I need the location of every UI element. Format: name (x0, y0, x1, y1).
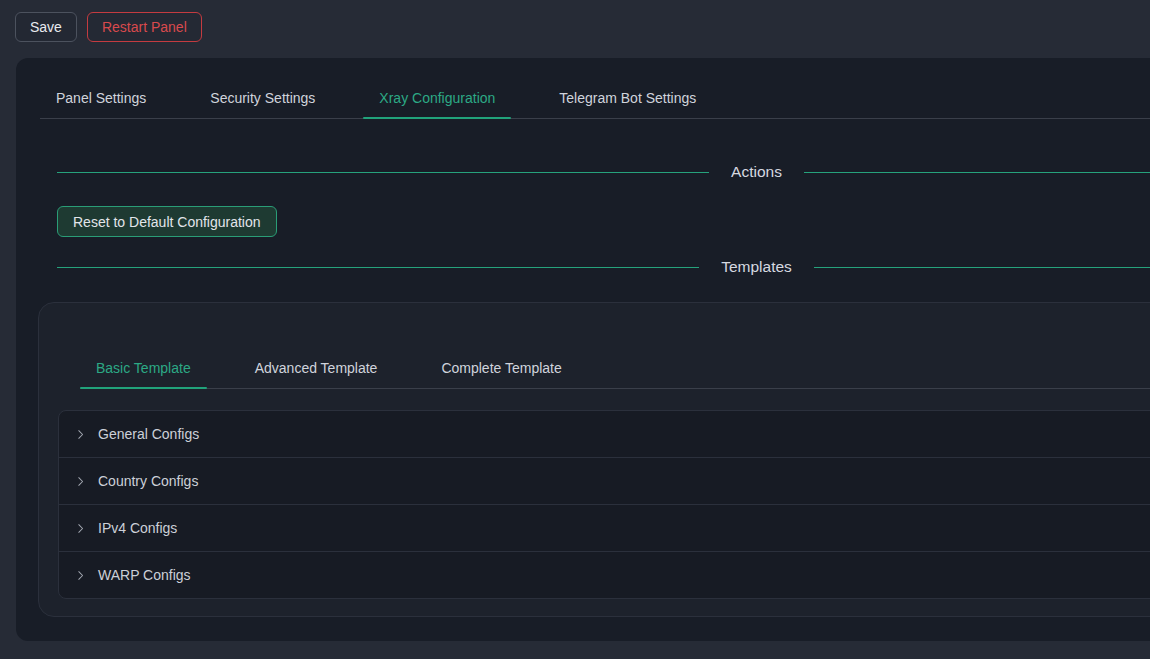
collapse-ipv4-configs[interactable]: IPv4 Configs (59, 505, 1150, 552)
collapse-label: Country Configs (98, 473, 198, 489)
templates-divider: Templates (57, 255, 1150, 279)
tab-panel-settings[interactable]: Panel Settings (40, 79, 162, 118)
topbar: Save Restart Panel (15, 12, 202, 42)
tab-security-settings[interactable]: Security Settings (194, 79, 331, 118)
tab-complete-template[interactable]: Complete Template (425, 349, 577, 388)
tab-advanced-template[interactable]: Advanced Template (239, 349, 394, 388)
save-button[interactable]: Save (15, 12, 77, 42)
chevron-right-icon (75, 523, 86, 534)
tab-xray-configuration[interactable]: Xray Configuration (363, 79, 511, 118)
restart-panel-button[interactable]: Restart Panel (87, 12, 202, 42)
actions-divider-label: Actions (709, 163, 804, 181)
collapse-country-configs[interactable]: Country Configs (59, 458, 1150, 505)
divider-line-left (57, 267, 699, 268)
chevron-right-icon (75, 429, 86, 440)
chevron-right-icon (75, 476, 86, 487)
collapse-label: WARP Configs (98, 567, 191, 583)
reset-default-config-button[interactable]: Reset to Default Configuration (57, 206, 277, 237)
collapse-label: IPv4 Configs (98, 520, 177, 536)
collapse-general-configs[interactable]: General Configs (59, 411, 1150, 458)
config-collapse: General Configs Country Configs IPv4 Con… (58, 410, 1150, 599)
template-tabs: Basic Template Advanced Template Complet… (80, 349, 1150, 389)
settings-tabs: Panel Settings Security Settings Xray Co… (40, 79, 1150, 119)
templates-card: Basic Template Advanced Template Complet… (38, 302, 1150, 617)
collapse-label: General Configs (98, 426, 199, 442)
divider-line-left (57, 172, 709, 173)
divider-line-right (814, 267, 1150, 268)
tab-telegram-bot-settings[interactable]: Telegram Bot Settings (543, 79, 712, 118)
divider-line-right (804, 172, 1150, 173)
chevron-right-icon (75, 570, 86, 581)
settings-card: Panel Settings Security Settings Xray Co… (16, 58, 1150, 641)
collapse-warp-configs[interactable]: WARP Configs (59, 552, 1150, 598)
templates-divider-label: Templates (699, 258, 814, 276)
actions-divider: Actions (57, 160, 1150, 184)
tab-basic-template[interactable]: Basic Template (80, 349, 207, 388)
